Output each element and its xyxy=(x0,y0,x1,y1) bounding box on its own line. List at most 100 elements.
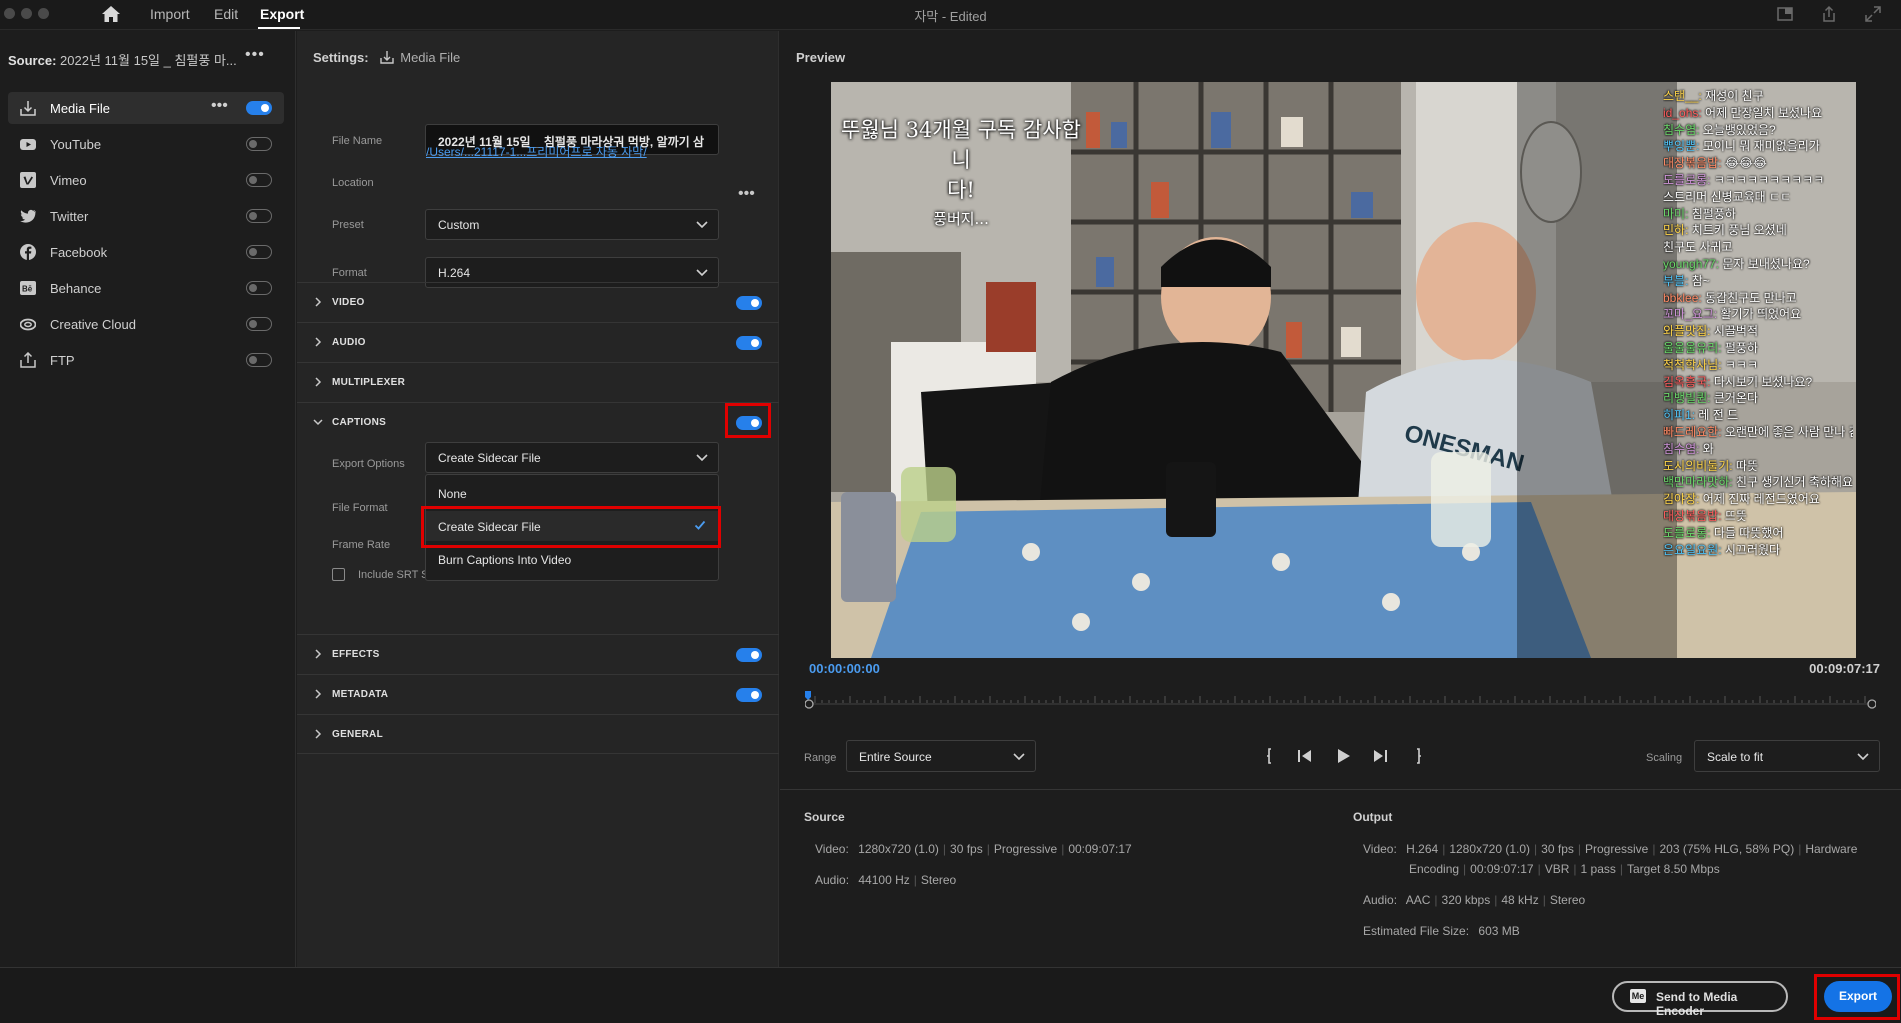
section-metadata[interactable]: METADATA xyxy=(297,674,779,714)
vimeo-toggle[interactable] xyxy=(246,173,272,187)
menu-item-none[interactable]: None xyxy=(426,478,718,508)
chat-message: 도를로롱: 다들 따뜻했어 xyxy=(1663,525,1853,542)
output-audio-info: Audio: AAC | 320 kbps | 48 kHz | Stereo xyxy=(1363,893,1586,907)
output-audio-label: Audio: xyxy=(1363,893,1398,907)
out-point-handle[interactable] xyxy=(1867,699,1876,709)
output-video-value: 1 pass xyxy=(1580,862,1616,876)
timeline-ruler[interactable] xyxy=(805,691,1876,709)
facebook-icon xyxy=(20,244,36,260)
section-video[interactable]: VIDEO xyxy=(297,282,779,322)
media-file-toggle[interactable] xyxy=(246,101,272,115)
file-size-value: 603 MB xyxy=(1478,924,1520,938)
creative-cloud-toggle[interactable] xyxy=(246,317,272,331)
youtube-toggle[interactable] xyxy=(246,137,272,151)
chat-message: 꼬마_요그: 활기가 띄었어요 xyxy=(1663,306,1853,323)
chat-message: 마미: 침펄풍하 xyxy=(1663,206,1853,223)
chat-text: 뜨뜻 xyxy=(1721,508,1747,523)
chat-username: 울울울유리: xyxy=(1663,340,1722,355)
preview-title: Preview xyxy=(796,50,846,65)
source-more-icon[interactable]: ••• xyxy=(245,46,265,64)
destination-creative-cloud[interactable]: Creative Cloud xyxy=(8,308,284,340)
destination-twitter[interactable]: Twitter xyxy=(8,200,284,232)
video-toggle[interactable] xyxy=(736,296,762,310)
chat-message: 울울울유리: 펄풍하 xyxy=(1663,340,1853,357)
section-general[interactable]: GENERAL xyxy=(297,714,779,754)
chat-username: youngh77: xyxy=(1663,256,1720,271)
play-icon[interactable] xyxy=(1333,746,1353,766)
source-audio-label: Audio: xyxy=(815,873,850,887)
overlay-line-2: 다! xyxy=(947,178,975,202)
video-preview[interactable]: ONESMAN 뚜웛님 34개월 구독 감사합니 다! 풍버지... 스탠__:… xyxy=(831,82,1856,658)
menu-item-burn-captions[interactable]: Burn Captions Into Video xyxy=(426,544,718,574)
output-video-value: H.264 xyxy=(1406,842,1439,856)
facebook-toggle[interactable] xyxy=(246,245,272,259)
step-back-icon[interactable] xyxy=(1295,746,1315,766)
fullscreen-icon[interactable] xyxy=(1864,5,1882,23)
chat-text: 재성이 친구 xyxy=(1701,89,1764,103)
in-point-handle[interactable] xyxy=(805,699,814,709)
preset-more-icon[interactable]: ••• xyxy=(738,185,755,203)
chat-username: 백만마라맛하: xyxy=(1663,475,1733,490)
destination-media-file[interactable]: Media File ••• xyxy=(8,92,284,124)
mark-out-icon[interactable] xyxy=(1406,746,1426,766)
destination-vimeo[interactable]: Vimeo xyxy=(8,164,284,196)
step-forward-icon[interactable] xyxy=(1370,746,1390,766)
timecode-start[interactable]: 00:00:00:00 xyxy=(809,661,880,676)
preset-label: Preset xyxy=(332,219,364,231)
chat-username: 빠드레요한: xyxy=(1663,424,1722,439)
include-srt-checkbox[interactable] xyxy=(332,568,345,581)
chat-message: youngh77: 문자 보내셨나요? xyxy=(1663,256,1853,273)
timecode-end: 00:09:07:17 xyxy=(1809,661,1880,676)
top-bar: Import Edit Export 자막 - Edited xyxy=(0,0,1901,30)
chat-text: 어제 진짜 레전드였어요 xyxy=(1699,492,1820,507)
effects-toggle[interactable] xyxy=(736,648,762,662)
include-srt-label: Include SRT St xyxy=(358,569,432,581)
chat-username: 대장볶음밥: xyxy=(1663,508,1722,523)
active-tab-indicator xyxy=(258,27,300,29)
chevron-down-icon xyxy=(313,419,323,426)
source-video-value: 30 fps xyxy=(950,842,983,856)
chat-text: 활기가 띄었어요 xyxy=(1717,307,1802,322)
preset-select[interactable]: Custom xyxy=(425,209,719,240)
location-link[interactable]: /Users/...21117-1...프리미어프로 자동 자막/ xyxy=(426,143,647,160)
ftp-toggle[interactable] xyxy=(246,353,272,367)
ftp-upload-icon xyxy=(20,352,36,368)
chat-overlay: 스탠__: 재성이 친구 id_ohs: 어제 만장일치 보셨나요 침수염: 오늘뱅… xyxy=(1663,88,1853,558)
section-multiplexer[interactable]: MULTIPLEXER xyxy=(297,362,779,402)
destinations-panel: Source: 2022년 11월 15일 _ 침펄풍 마... ••• Med… xyxy=(0,31,296,967)
output-audio-value: 48 kHz xyxy=(1501,893,1539,907)
twitter-toggle[interactable] xyxy=(246,209,272,223)
section-audio[interactable]: AUDIO xyxy=(297,322,779,362)
audio-toggle[interactable] xyxy=(736,336,762,350)
destination-behance[interactable]: Bē Behance xyxy=(8,272,284,304)
chevron-right-icon xyxy=(315,377,322,387)
destination-more-icon[interactable]: ••• xyxy=(211,97,228,115)
frame-rate-label: Frame Rate xyxy=(332,539,391,551)
share-icon[interactable] xyxy=(1820,5,1838,23)
chat-message: 와플맛집: 시끌벅적 xyxy=(1663,323,1853,340)
metadata-toggle[interactable] xyxy=(736,688,762,702)
export-options-select[interactable]: Create Sidecar File xyxy=(425,442,719,473)
destination-youtube[interactable]: YouTube xyxy=(8,128,284,160)
range-select[interactable]: Entire Source xyxy=(846,740,1036,772)
destination-label: Creative Cloud xyxy=(50,317,136,332)
quick-export-icon[interactable] xyxy=(1776,5,1794,23)
send-to-media-encoder-button[interactable]: Me Send to Media Encoder xyxy=(1612,981,1788,1018)
mark-in-icon[interactable] xyxy=(1262,746,1282,766)
scaling-select[interactable]: Scale to fit xyxy=(1694,740,1880,772)
source-video-info: Video: 1280x720 (1.0) | 30 fps | Progressive… xyxy=(815,842,1132,856)
chat-message: 대장볶음밥: 😂😂😂 xyxy=(1663,155,1853,172)
chat-username: 스탠__: xyxy=(1663,89,1702,103)
app-title: 자막 - Edited xyxy=(914,9,987,24)
chat-message: 친구도 사귀고 xyxy=(1663,240,1733,255)
chat-message: bbklee: 동갑친구도 만나고 xyxy=(1663,290,1853,307)
settings-heading: Settings: Media File xyxy=(313,50,460,65)
section-effects[interactable]: EFFECTS xyxy=(297,634,779,674)
behance-toggle[interactable] xyxy=(246,281,272,295)
source-video-value: 00:09:07:17 xyxy=(1068,842,1132,856)
overlay-line-3: 풍버지... xyxy=(933,210,989,228)
destination-facebook[interactable]: Facebook xyxy=(8,236,284,268)
destination-ftp[interactable]: FTP xyxy=(8,344,284,376)
chat-text: 오랜만에 좋은 사람 만나 감사하다 xyxy=(1724,424,1853,439)
playhead-icon[interactable] xyxy=(805,691,811,700)
